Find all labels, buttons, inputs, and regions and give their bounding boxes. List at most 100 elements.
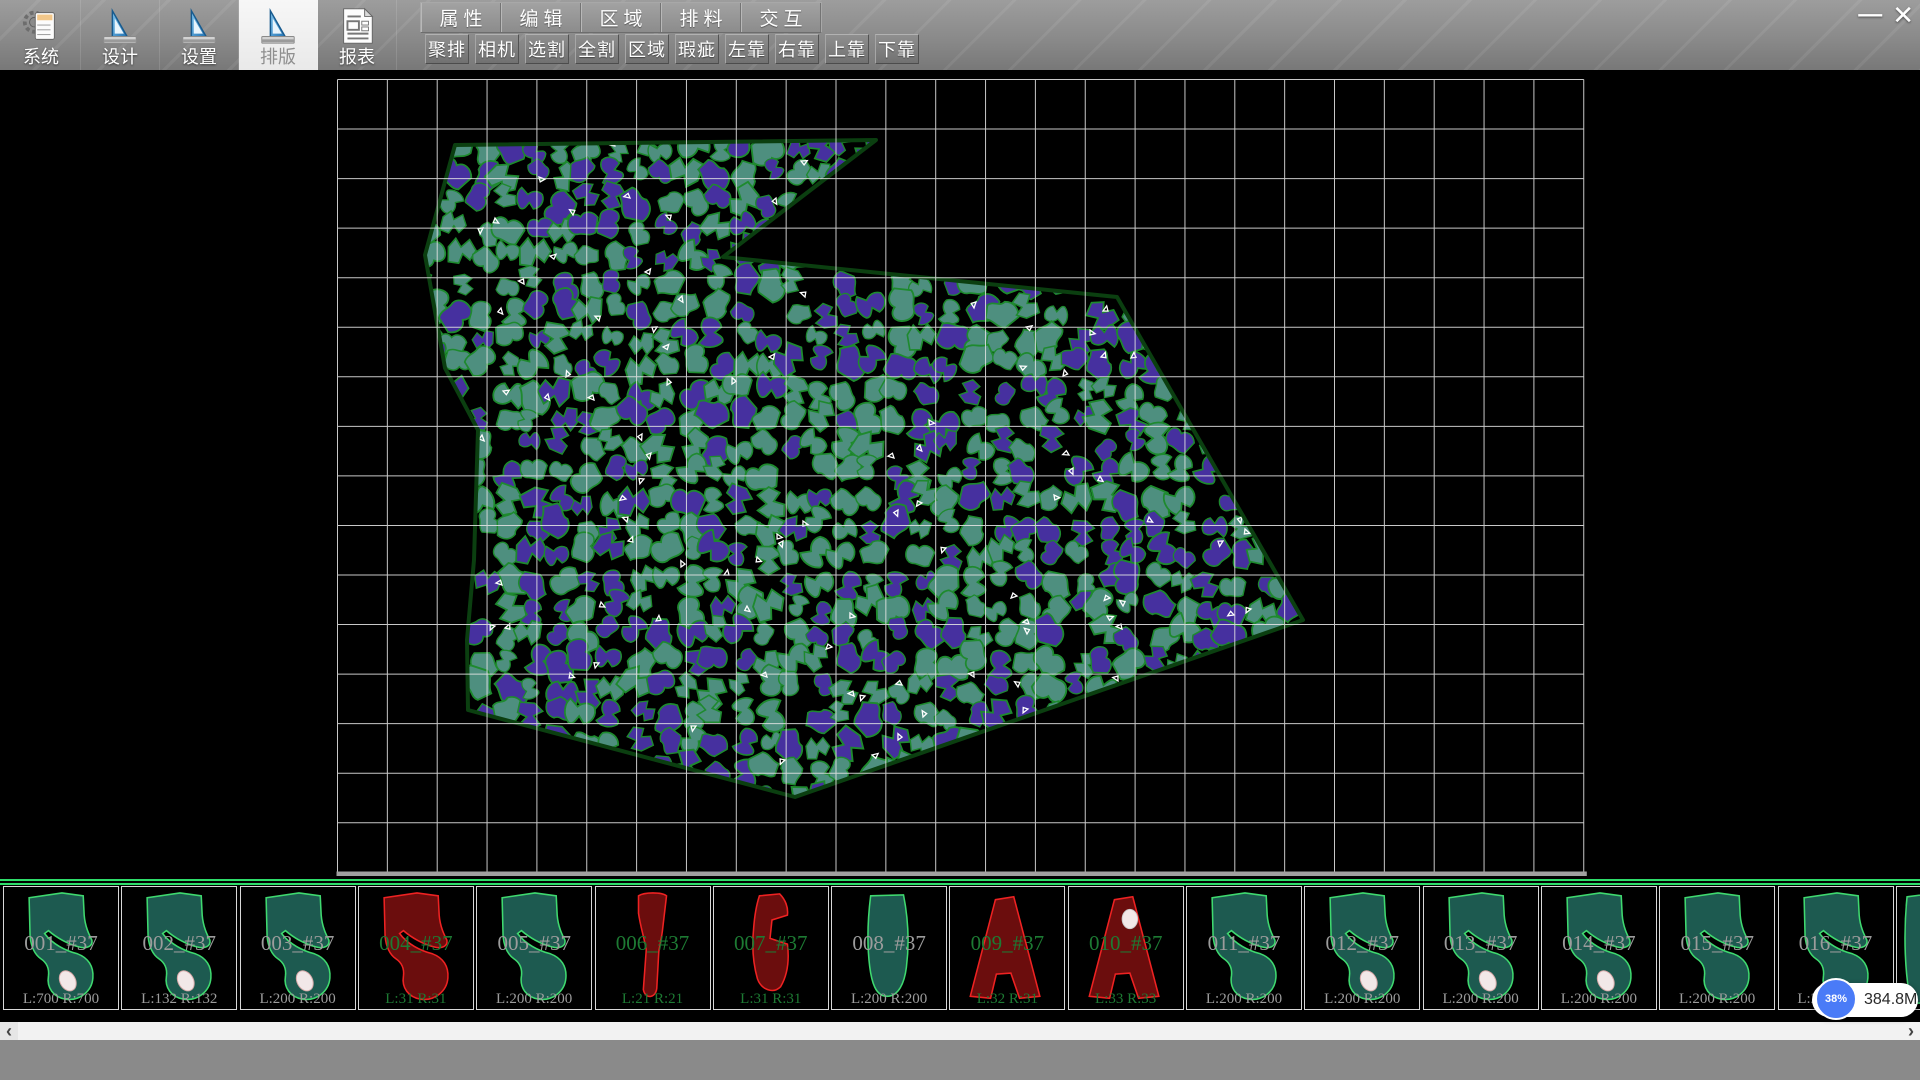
piece-meta-label: L:33 R:33 xyxy=(1069,991,1183,1008)
piece-id-label: 012_#37 xyxy=(1305,931,1419,956)
thumbnail-cell-014_#37[interactable]: 014_#37 L:200 R:200 xyxy=(1541,886,1657,1010)
thumbnail-cell-007_#37[interactable]: 007_#37 L:31 R:31 xyxy=(713,886,829,1010)
piece-meta-label: L:200 R:200 xyxy=(477,991,591,1008)
progress-circle: 38% xyxy=(1815,978,1857,1020)
tool-button-label: 选割 xyxy=(528,36,566,62)
thumbnail-cell-011_#37[interactable]: 011_#37 L:200 R:200 xyxy=(1186,886,1302,1010)
piece-id-label: 007_#37 xyxy=(714,931,828,956)
settings-icon xyxy=(177,5,221,47)
thumbnail-cell-002_#37[interactable]: 002_#37 L:132 R:132 xyxy=(121,886,237,1010)
piece-id-label: 015_#37 xyxy=(1660,931,1774,956)
tool-button-9[interactable]: 上靠 xyxy=(825,34,869,64)
thumbnail-cell-013_#37[interactable]: 013_#37 L:200 R:200 xyxy=(1423,886,1539,1010)
piece-id-label: 003_#37 xyxy=(241,931,355,956)
tool-button-6[interactable]: 瑕疵 xyxy=(675,34,719,64)
thumbnail-cell-003_#37[interactable]: 003_#37 L:200 R:200 xyxy=(240,886,356,1010)
app-button-3[interactable]: 设置 xyxy=(160,0,239,70)
tool-button-5[interactable]: 区域 xyxy=(625,34,669,64)
nesting-canvas[interactable] xyxy=(0,70,1920,879)
app-button-1[interactable]: 系统 xyxy=(2,0,81,70)
piece-meta-label: L:200 R:200 xyxy=(1660,991,1774,1008)
piece-id-label: 014_#37 xyxy=(1542,931,1656,956)
thumbnail-cell-005_#37[interactable]: 005_#37 L:200 R:200 xyxy=(476,886,592,1010)
piece-meta-label: L:200 R:200 xyxy=(1542,991,1656,1008)
thumbnail-row: 001_#37 L:700 R:700 002_#37 L:132 R:132 … xyxy=(0,879,1920,1022)
piece-meta-label: L:32 R:31 xyxy=(950,991,1064,1008)
piece-meta-label: L:200 R:200 xyxy=(832,991,946,1008)
thumbnail-cell-006_#37[interactable]: 006_#37 L:21 R:21 xyxy=(595,886,711,1010)
piece-id-label: 013_#37 xyxy=(1424,931,1538,956)
tool-button-label: 全割 xyxy=(578,36,616,62)
tool-button-3[interactable]: 选割 xyxy=(525,34,569,64)
piece-meta-label: L:200 R:200 xyxy=(1305,991,1419,1008)
menu-tab-label: 编辑 xyxy=(519,4,567,31)
thumbnail-cell-001_#37[interactable]: 001_#37 L:700 R:700 xyxy=(3,886,119,1010)
menu-tab-label: 属性 xyxy=(439,4,487,31)
app-button-label: 设置 xyxy=(181,47,217,67)
app-button-label: 系统 xyxy=(23,47,59,67)
piece-thumbnail-strip: 001_#37 L:700 R:700 002_#37 L:132 R:132 … xyxy=(0,879,1920,1022)
piece-meta-label: L:31 R:31 xyxy=(714,991,828,1008)
piece-meta-label: L:200 R:200 xyxy=(1187,991,1301,1008)
minimize-button[interactable]: — xyxy=(1858,5,1882,25)
piece-meta-label: L:21 R:21 xyxy=(596,991,710,1008)
piece-id-label: 008_#37 xyxy=(832,931,946,956)
piece-meta-label: L:31 R:31 xyxy=(359,991,473,1008)
design-icon xyxy=(98,5,142,47)
piece-meta-label: L:200 R:200 xyxy=(1424,991,1538,1008)
menu-bar: 属性 编辑 区域 排料 交互 xyxy=(420,2,822,33)
app-button-bar: 系统 设计 设置 排版 报表 xyxy=(2,0,397,70)
status-size-label: 384.8M xyxy=(1864,991,1917,1009)
tool-button-7[interactable]: 左靠 xyxy=(725,34,769,64)
menu-tab-1[interactable]: 属性 xyxy=(421,3,501,32)
thumbnail-cell-008_#37[interactable]: 008_#37 L:200 R:200 xyxy=(831,886,947,1010)
tool-button-label: 右靠 xyxy=(778,36,816,62)
menu-tab-3[interactable]: 区域 xyxy=(581,3,661,32)
scroll-left-arrow[interactable]: ‹ xyxy=(0,1022,18,1040)
app-button-2[interactable]: 设计 xyxy=(81,0,160,70)
app-button-4[interactable]: 排版 xyxy=(239,0,318,70)
piece-id-label: 009_#37 xyxy=(950,931,1064,956)
thumbnail-cell-015_#37[interactable]: 015_#37 L:200 R:200 xyxy=(1659,886,1775,1010)
system-icon xyxy=(19,5,63,47)
tool-button-label: 聚排 xyxy=(428,36,466,62)
window-bottom-edge xyxy=(0,1040,1920,1080)
piece-id-label: 016_#37 xyxy=(1779,931,1893,956)
menu-tab-2[interactable]: 编辑 xyxy=(501,3,581,32)
tool-button-label: 下靠 xyxy=(878,36,916,62)
thumbnail-cell-010_#37[interactable]: 010_#37 L:33 R:33 xyxy=(1068,886,1184,1010)
tool-button-10[interactable]: 下靠 xyxy=(875,34,919,64)
menu-tab-label: 区域 xyxy=(599,4,647,31)
piece-id-label: 001_#37 xyxy=(4,931,118,956)
tool-button-2[interactable]: 相机 xyxy=(475,34,519,64)
toolbar: 系统 设计 设置 排版 报表 属性 编辑 区域 排料 交互 聚排 相机 选割 全… xyxy=(0,0,1920,71)
tool-button-label: 左靠 xyxy=(728,36,766,62)
progress-percent: 38% xyxy=(1825,993,1847,1005)
app-button-label: 排版 xyxy=(260,47,296,67)
thumbnail-cell-012_#37[interactable]: 012_#37 L:200 R:200 xyxy=(1304,886,1420,1010)
app-button-5[interactable]: 报表 xyxy=(318,0,397,70)
piece-id-label: 010_#37 xyxy=(1069,931,1183,956)
piece-id-label: 011_#37 xyxy=(1187,931,1301,956)
piece-id-label: 004_#37 xyxy=(359,931,473,956)
close-button[interactable]: ✕ xyxy=(1892,4,1914,26)
piece-id-label: 006_#37 xyxy=(596,931,710,956)
app-window: 系统 设计 设置 排版 报表 属性 编辑 区域 排料 交互 聚排 相机 选割 全… xyxy=(0,0,1920,1080)
tool-button-8[interactable]: 右靠 xyxy=(775,34,819,64)
thumbnail-cell-009_#37[interactable]: 009_#37 L:32 R:31 xyxy=(949,886,1065,1010)
report-icon xyxy=(335,5,379,47)
tool-button-4[interactable]: 全割 xyxy=(575,34,619,64)
menu-tab-5[interactable]: 交互 xyxy=(741,3,821,32)
thumbnail-cell-004_#37[interactable]: 004_#37 L:31 R:31 xyxy=(358,886,474,1010)
nesting-canvas-area[interactable] xyxy=(0,70,1920,879)
piece-id-label: 002_#37 xyxy=(122,931,236,956)
tool-bar: 聚排 相机 选割 全割 区域 瑕疵 左靠 右靠 上靠 下靠 xyxy=(425,34,925,65)
tool-button-1[interactable]: 聚排 xyxy=(425,34,469,64)
horizontal-scrollbar[interactable]: ‹ › xyxy=(0,1022,1920,1040)
tool-button-label: 区域 xyxy=(628,36,666,62)
window-controls: — ✕ xyxy=(1858,2,1914,28)
app-button-label: 设计 xyxy=(102,47,138,67)
menu-tab-label: 排料 xyxy=(679,4,727,31)
menu-tab-4[interactable]: 排料 xyxy=(661,3,741,32)
scroll-right-arrow[interactable]: › xyxy=(1902,1022,1920,1040)
